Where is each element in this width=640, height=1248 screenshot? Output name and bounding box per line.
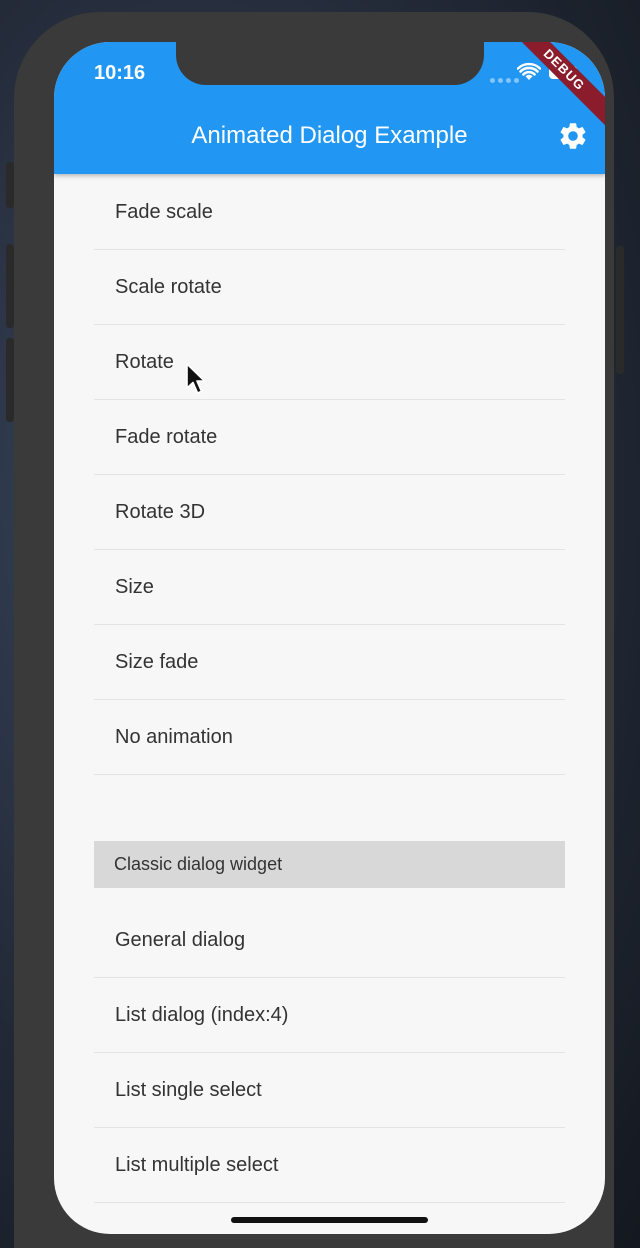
- list-item-size-fade[interactable]: Size fade: [94, 625, 565, 700]
- phone-side-button: [6, 162, 14, 208]
- phone-volume-down-button: [6, 338, 14, 422]
- app-bar-title: Animated Dialog Example: [191, 122, 468, 149]
- home-indicator[interactable]: [231, 1217, 428, 1223]
- list-item-fade-scale[interactable]: Fade scale: [94, 175, 565, 250]
- phone-frame: 10:16 Animated Dialog Example DEBUG Fade…: [14, 12, 614, 1248]
- phone-power-button: [616, 246, 624, 374]
- list-item-size[interactable]: Size: [94, 550, 565, 625]
- wifi-icon: [517, 62, 541, 80]
- list-item-no-animation[interactable]: No animation: [94, 700, 565, 775]
- status-time: 10:16: [94, 62, 146, 84]
- cellular-signal-icon: [490, 78, 519, 83]
- list-item-list-dialog[interactable]: List dialog (index:4): [94, 978, 565, 1053]
- list-item-general-dialog[interactable]: General dialog: [94, 903, 565, 978]
- list-item-scale-rotate[interactable]: Scale rotate: [94, 250, 565, 325]
- list-item-fade-rotate[interactable]: Fade rotate: [94, 400, 565, 475]
- section-header-classic-dialog: Classic dialog widget: [94, 841, 565, 888]
- phone-volume-up-button: [6, 244, 14, 328]
- mouse-pointer-icon: [186, 363, 206, 394]
- dialog-list: Fade scale Scale rotate Rotate Fade rota…: [94, 175, 565, 1203]
- app-bar: 10:16 Animated Dialog Example DEBUG: [54, 42, 605, 174]
- list-item-list-single-select[interactable]: List single select: [94, 1053, 565, 1128]
- debug-banner: DEBUG: [503, 42, 605, 131]
- phone-notch: [176, 42, 484, 85]
- list-item-rotate[interactable]: Rotate: [94, 325, 565, 400]
- phone-screen: 10:16 Animated Dialog Example DEBUG Fade…: [54, 42, 605, 1234]
- gear-icon[interactable]: [557, 120, 589, 152]
- list-item-rotate-3d[interactable]: Rotate 3D: [94, 475, 565, 550]
- list-item-list-multiple-select[interactable]: List multiple select: [94, 1128, 565, 1203]
